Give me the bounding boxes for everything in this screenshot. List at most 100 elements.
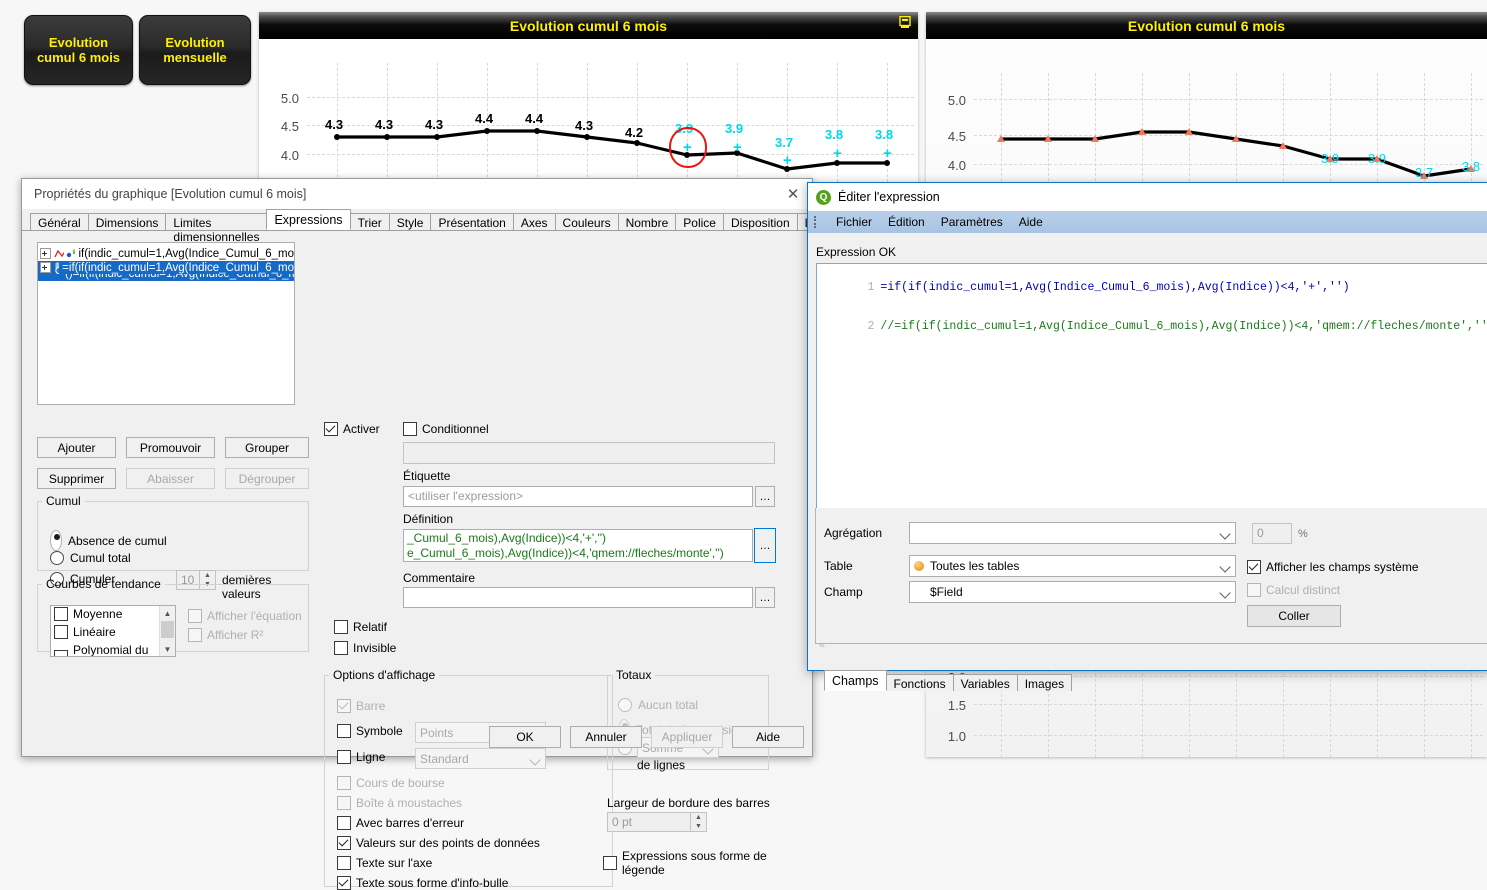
commentaire-browse-button[interactable]: … (755, 587, 775, 608)
definition-label: Définition (403, 512, 454, 526)
minimize-restore-icon[interactable] (899, 16, 911, 29)
barres-erreur-checkbox[interactable]: Avec barres d'erreur (337, 816, 464, 830)
scroll-down-icon[interactable]: ▼ (160, 642, 175, 656)
chart-left[interactable]: Evolution cumul 6 mois 5.0 4.5 4.0 3.5 (259, 12, 918, 192)
button-evolution-cumul-6-mois[interactable]: Evolution cumul 6 mois (24, 15, 133, 85)
button-evolution-mensuelle[interactable]: Evolution mensuelle (139, 15, 251, 85)
cumul-option-absence[interactable]: Absence de cumul (50, 530, 167, 551)
legend-expressions-checkbox[interactable]: Expressions sous forme de légende (603, 849, 812, 877)
trend-list[interactable]: Moyenne Linéaire Polynomial du 2ème ▲ ▼ (50, 605, 176, 657)
legend-expressions-label: Expressions sous forme de légende (622, 849, 767, 877)
expression-tree-row[interactable]: =if(if(indic_cumul=1,Avg(Indice_Cumul_6_… (38, 261, 294, 274)
ligne-select[interactable]: Standard (415, 748, 546, 769)
tab-limites-dimensionnelles[interactable]: Limites dimensionnelles (165, 213, 268, 244)
conditionnel-checkbox[interactable]: Conditionnel (403, 422, 489, 436)
tab-general[interactable]: Général (30, 213, 89, 230)
tab-couleurs[interactable]: Couleurs (554, 213, 619, 230)
expand-icon[interactable] (40, 248, 51, 259)
commentaire-input[interactable] (403, 587, 753, 608)
afficher-champs-systeme-checkbox[interactable]: Afficher les champs système (1247, 560, 1419, 574)
tab-images[interactable]: Images (1016, 674, 1073, 691)
spinner-arrows[interactable]: ▲ ▼ (690, 813, 706, 831)
etiquette-browse-button[interactable]: … (755, 486, 775, 507)
plus-marker: + (833, 145, 842, 162)
menu-edition[interactable]: Édition (888, 215, 925, 229)
etiquette-input[interactable]: <utiliser l'expression> (403, 486, 753, 507)
tab-fonctions[interactable]: Fonctions (885, 674, 954, 691)
cours-de-bourse-checkbox: Cours de bourse (337, 776, 445, 790)
expression-tree-row-continuation[interactable]: ()=if(if(indic_cumul=1,Avg(Indice_Cumul_… (38, 274, 294, 281)
scroll-up-icon[interactable]: ▲ (160, 606, 175, 620)
menu-fichier[interactable]: Fichier (836, 215, 872, 229)
coller-button[interactable]: Coller (1247, 605, 1341, 627)
chevron-down-icon (529, 754, 541, 766)
trend-item-lineaire[interactable]: Linéaire (51, 624, 116, 639)
ajouter-button[interactable]: Ajouter (37, 437, 116, 458)
checkbox-box (337, 724, 351, 738)
close-icon[interactable]: ✕ (780, 183, 806, 205)
agregation-select[interactable] (909, 522, 1236, 544)
trend-item-moyenne[interactable]: Moyenne (51, 606, 122, 621)
expand-icon[interactable] (40, 262, 51, 273)
button-label-line1: Evolution (165, 35, 225, 50)
supprimer-button[interactable]: Supprimer (37, 468, 116, 489)
afficher-equation-checkbox: Afficher l'équation (188, 609, 302, 623)
cumul-option-total[interactable]: Cumul total (50, 551, 131, 565)
tab-variables[interactable]: Variables (952, 674, 1018, 691)
trend-item-polynomial[interactable]: Polynomial du 2ème (51, 642, 175, 656)
tab-axes[interactable]: Axes (512, 213, 556, 230)
spinner-down-icon[interactable]: ▼ (691, 822, 706, 831)
tab-style[interactable]: Style (388, 213, 432, 230)
tab-nombre[interactable]: Nombre (617, 213, 677, 230)
checkbox-box (54, 607, 68, 621)
symbole-label: Symbole (356, 724, 403, 738)
symbole-checkbox[interactable]: Symbole (337, 724, 403, 738)
data-label: 4.3 (375, 117, 394, 132)
invisible-checkbox[interactable]: Invisible (334, 641, 396, 655)
chart-properties-dialog: Propriétés du graphique [Evolution cumul… (21, 178, 860, 890)
promouvoir-button[interactable]: Promouvoir (126, 437, 215, 458)
menu-aide[interactable]: Aide (1019, 215, 1043, 229)
points-icon (66, 248, 76, 257)
annuler-button[interactable]: Annuler (570, 726, 642, 748)
aide-button[interactable]: Aide (732, 726, 804, 748)
trend-item-label: Moyenne (73, 607, 123, 621)
border-width-spinner[interactable]: 0 pt ▲ ▼ (607, 812, 707, 832)
menu-grip-icon[interactable] (814, 216, 818, 228)
boite-moustaches-label: Boîte à moustaches (356, 796, 463, 810)
definition-browse-button[interactable]: … (754, 528, 776, 563)
commentaire-label: Commentaire (403, 571, 476, 585)
cours-de-bourse-label: Cours de bourse (356, 776, 445, 790)
spinner-up-icon[interactable]: ▲ (691, 813, 706, 822)
data-label: 3.8 (825, 127, 844, 142)
menu-parametres[interactable]: Paramètres (941, 215, 1003, 229)
valeurs-points-checkbox[interactable]: Valeurs sur des points de données (337, 836, 540, 850)
tab-champs[interactable]: Champs (824, 670, 887, 691)
relatif-checkbox[interactable]: Relatif (334, 620, 387, 634)
tab-dimensions[interactable]: Dimensions (87, 213, 167, 230)
trend-list-scrollbar[interactable]: ▲ ▼ (159, 606, 175, 656)
expression-list[interactable]: if(indic_cumul=1,Avg(Indice_Cumul_6_mo =… (37, 242, 295, 405)
checkbox-box (334, 641, 348, 655)
data-label: 3.7 (1415, 165, 1434, 180)
checkbox-box (603, 856, 617, 870)
tab-presentation[interactable]: Présentation (430, 213, 514, 230)
texte-axe-checkbox[interactable]: Texte sur l'axe (337, 856, 432, 870)
chart-right-title: Evolution cumul 6 mois (1127, 17, 1286, 34)
ok-button[interactable]: OK (489, 726, 561, 748)
conditionnel-input[interactable] (403, 442, 775, 464)
ligne-checkbox[interactable]: Ligne (337, 750, 385, 764)
percent-input[interactable]: 0 (1252, 523, 1292, 544)
expression-tree-row[interactable]: if(indic_cumul=1,Avg(Indice_Cumul_6_mo (38, 246, 294, 261)
definition-input[interactable]: _Cumul_6_mois),Avg(Indice))<4,'+','') e_… (403, 529, 753, 562)
tab-police[interactable]: Police (675, 213, 724, 230)
texte-infobulle-checkbox[interactable]: Texte sous forme d'info-bulle (337, 876, 508, 890)
table-select[interactable]: Toutes les tables (909, 555, 1236, 577)
tab-disposition[interactable]: Disposition (722, 213, 798, 230)
tab-trier[interactable]: Trier (349, 213, 390, 230)
tab-expressions[interactable]: Expressions (266, 209, 351, 230)
champ-select[interactable]: $Field (909, 581, 1236, 603)
activer-checkbox[interactable]: Activer (324, 422, 380, 436)
grouper-button[interactable]: Grouper (225, 437, 309, 458)
scrollbar-thumb[interactable] (161, 621, 174, 638)
